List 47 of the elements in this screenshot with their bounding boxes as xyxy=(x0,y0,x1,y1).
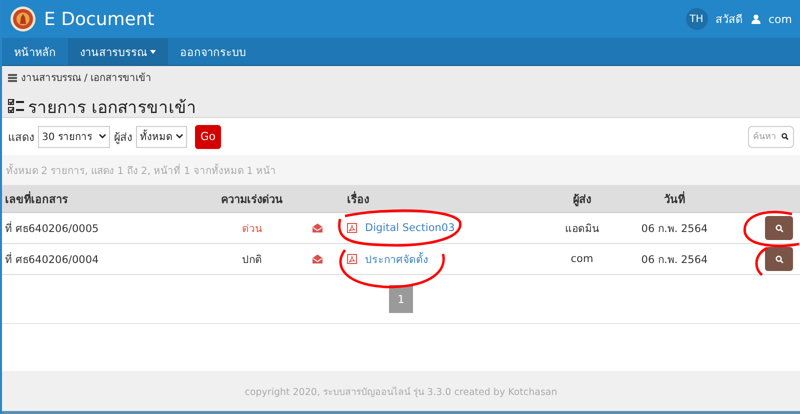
column-header: ความเร่งด่วน xyxy=(202,185,302,213)
view-button[interactable] xyxy=(765,247,793,271)
column-header: ผู้ส่ง xyxy=(532,185,632,213)
nav-item[interactable]: หน้าหลัก xyxy=(2,38,68,65)
language-button[interactable]: TH xyxy=(686,8,708,30)
sender-text: com xyxy=(570,253,594,265)
envelope-icon xyxy=(312,223,322,233)
subject-link[interactable]: Digital Section03 xyxy=(365,222,455,234)
date-text: 06 ก.พ. 2564 xyxy=(641,252,708,268)
emblem-logo xyxy=(10,6,36,32)
column-header: เรื่อง xyxy=(332,185,532,213)
pdf-icon xyxy=(347,223,357,233)
chevron-icon xyxy=(99,134,106,139)
subject-link[interactable]: ประกาศจัดตั้ง xyxy=(365,250,428,268)
search-icon xyxy=(774,254,784,264)
grid-icon xyxy=(8,74,17,82)
search-icon xyxy=(781,132,789,141)
go-button[interactable]: Go xyxy=(195,124,221,148)
sender-select[interactable]: ทั้งหมด xyxy=(136,126,187,148)
sender-label: ผู้ส่ง xyxy=(114,130,132,146)
view-button[interactable] xyxy=(765,216,793,240)
sender-text: แอดมิน xyxy=(565,222,599,236)
breadcrumb: งานสารบรรณ / เอกสารขาเข้า xyxy=(21,72,152,85)
app-title: E Document xyxy=(44,8,156,30)
document-number: ที่ ศธ640206/0005 xyxy=(5,220,99,236)
pdf-icon xyxy=(347,254,357,264)
page-size-select[interactable]: 30 รายการ xyxy=(38,126,110,148)
column-header: เลขที่เอกสาร xyxy=(2,185,202,213)
search-icon xyxy=(774,224,784,232)
show-label: แสดง xyxy=(8,130,34,146)
summary-text: ทั้งหมด 2 รายการ, แสดง 1 ถึง 2, หน้าที่ 1 จากทั้งหมด 1 หน้า xyxy=(6,162,276,178)
urgency-text: ด่วน xyxy=(242,222,262,236)
document-number: ที่ ศธ640206/0004 xyxy=(5,251,99,268)
user-name[interactable]: com xyxy=(768,12,792,26)
envelope-icon xyxy=(312,254,322,264)
checklist-icon xyxy=(8,99,24,114)
nav-item[interactable]: ออกจากระบบ xyxy=(168,38,258,65)
footer-text: copyright 2020, ระบบสารบัญออนไลน์ รุ่น 3.3.0 created by Kotchasan xyxy=(244,386,558,398)
page-title: รายการ เอกสารขาเข้า xyxy=(28,97,196,120)
chevron-icon xyxy=(176,134,183,139)
date-text: 06 ก.พ. 2564 xyxy=(641,222,708,236)
page-button[interactable]: 1 xyxy=(389,285,413,313)
greeting-text: สวัสดี xyxy=(716,12,742,28)
nav-item[interactable]: งานสารบรรณ xyxy=(68,38,168,65)
column-header: วันที่ xyxy=(632,185,717,213)
user-icon xyxy=(750,14,760,24)
urgency-text: ปกติ xyxy=(242,252,262,268)
